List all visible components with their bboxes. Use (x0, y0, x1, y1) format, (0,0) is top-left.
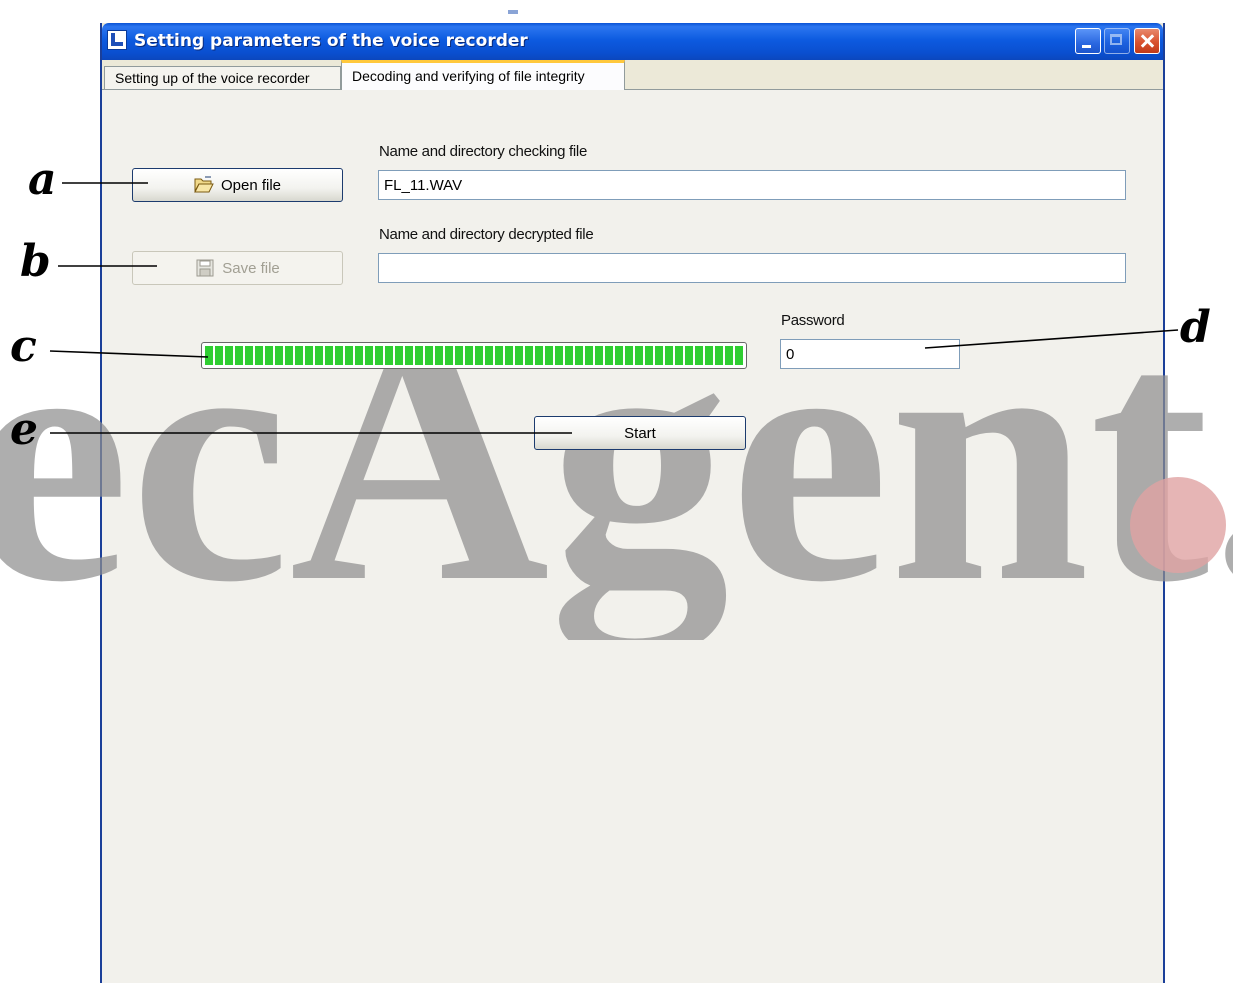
floppy-disk-icon (196, 259, 214, 277)
progress-bar-fill (205, 346, 743, 365)
screenshot: Setting parameters of the voice recorder… (0, 0, 1233, 983)
tab-panel (102, 89, 1163, 983)
callout-b: b (20, 236, 51, 287)
callout-d: d (1180, 302, 1211, 353)
start-button[interactable]: Start (534, 416, 746, 450)
callout-e: e (10, 404, 38, 455)
open-file-label: Open file (220, 176, 282, 194)
callout-a: a (28, 154, 57, 205)
close-button[interactable] (1134, 28, 1160, 54)
maximize-button[interactable] (1104, 28, 1130, 54)
decrypted-file-label: Name and directory decrypted file (379, 226, 594, 243)
check-file-label: Name and directory checking file (379, 143, 588, 160)
app-icon (107, 30, 127, 50)
tab-strip: Setting up of the voice recorder Decodin… (102, 60, 1163, 90)
folder-open-icon (194, 176, 214, 193)
open-file-button[interactable]: Open file (132, 168, 343, 202)
save-file-button[interactable]: Save file (132, 251, 343, 285)
tab-decoding[interactable]: Decoding and verifying of file integrity (341, 60, 625, 90)
decrypted-file-input[interactable] (378, 253, 1126, 283)
minimize-button[interactable] (1075, 28, 1101, 54)
start-button-label: Start (624, 424, 656, 442)
dialog-window: Setting parameters of the voice recorder… (100, 23, 1165, 983)
title-bar[interactable]: Setting parameters of the voice recorder (102, 23, 1163, 60)
background-artifact (508, 10, 518, 14)
progress-bar (201, 342, 747, 369)
tab-setting-up[interactable]: Setting up of the voice recorder (104, 66, 341, 90)
save-file-label: Save file (222, 259, 280, 277)
password-label: Password (781, 312, 845, 329)
check-file-input[interactable] (378, 170, 1126, 200)
callout-c: c (10, 321, 37, 372)
password-input[interactable] (780, 339, 960, 369)
window-title: Setting parameters of the voice recorder (134, 31, 528, 51)
